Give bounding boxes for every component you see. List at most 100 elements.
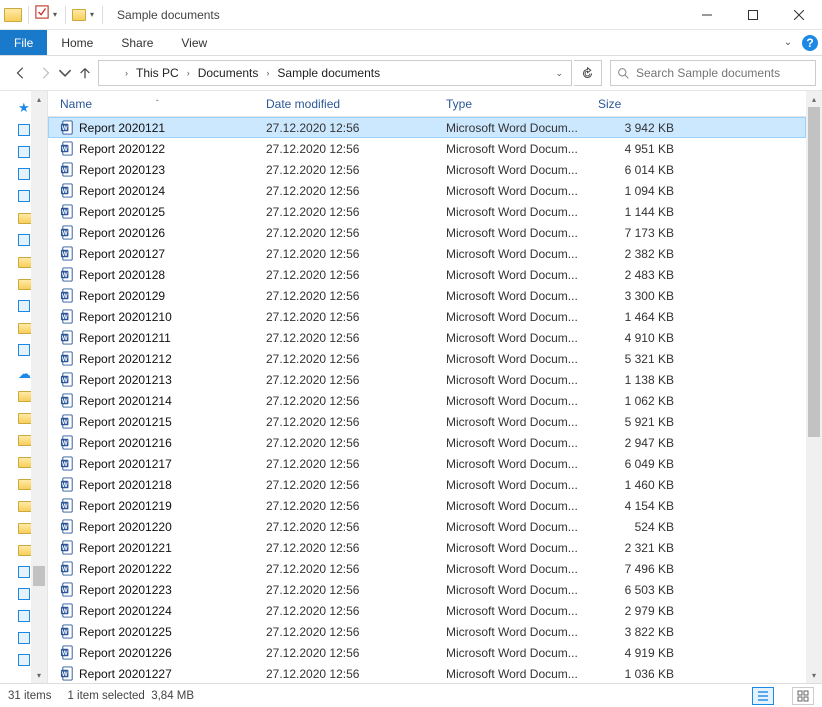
file-row[interactable]: WReport 202012227.12.2020 12:56Microsoft…: [48, 138, 806, 159]
file-row[interactable]: WReport 2020121927.12.2020 12:56Microsof…: [48, 495, 806, 516]
help-button[interactable]: ?: [798, 30, 822, 55]
file-row[interactable]: WReport 2020122127.12.2020 12:56Microsof…: [48, 537, 806, 558]
addr-expand-icon[interactable]: ⌄: [551, 68, 567, 79]
file-row[interactable]: WReport 202012927.12.2020 12:56Microsoft…: [48, 285, 806, 306]
file-row[interactable]: WReport 202012727.12.2020 12:56Microsoft…: [48, 243, 806, 264]
nav-item-icon[interactable]: [18, 234, 30, 246]
nav-folder-icon[interactable]: [18, 435, 32, 446]
breadcrumb-this-pc[interactable]: This PC: [134, 66, 181, 80]
title-caret-icon[interactable]: ▾: [88, 10, 96, 19]
nav-item-icon[interactable]: [18, 168, 30, 180]
file-row[interactable]: WReport 2020122227.12.2020 12:56Microsof…: [48, 558, 806, 579]
file-row[interactable]: WReport 2020121827.12.2020 12:56Microsof…: [48, 474, 806, 495]
nav-recent-dropdown[interactable]: [58, 62, 72, 84]
breadcrumb-sample-documents[interactable]: Sample documents: [275, 66, 382, 80]
file-row[interactable]: WReport 2020121227.12.2020 12:56Microsof…: [48, 348, 806, 369]
file-row[interactable]: WReport 2020122627.12.2020 12:56Microsof…: [48, 642, 806, 663]
nav-back-button[interactable]: [10, 62, 32, 84]
chevron-right-icon[interactable]: ›: [264, 68, 271, 78]
file-row[interactable]: WReport 2020121127.12.2020 12:56Microsof…: [48, 327, 806, 348]
nav-folder-icon[interactable]: [18, 523, 32, 534]
quick-access-icon[interactable]: ★: [18, 100, 30, 116]
file-row[interactable]: WReport 202012627.12.2020 12:56Microsoft…: [48, 222, 806, 243]
file-row[interactable]: WReport 2020121027.12.2020 12:56Microsof…: [48, 306, 806, 327]
nav-folder-icon[interactable]: [18, 457, 32, 468]
nav-item-icon[interactable]: [18, 654, 30, 666]
file-row[interactable]: WReport 202012327.12.2020 12:56Microsoft…: [48, 159, 806, 180]
nav-folder-icon[interactable]: [18, 279, 32, 290]
nav-forward-button[interactable]: [34, 62, 56, 84]
file-name: Report 2020126: [79, 226, 165, 240]
file-row[interactable]: WReport 2020121527.12.2020 12:56Microsof…: [48, 411, 806, 432]
file-row[interactable]: WReport 202012827.12.2020 12:56Microsoft…: [48, 264, 806, 285]
file-date: 27.12.2020 12:56: [258, 226, 438, 240]
nav-scrollbar[interactable]: ▴ ▾: [31, 91, 47, 683]
navigation-pane[interactable]: ★ ☁ ▴: [0, 91, 48, 683]
nav-folder-icon[interactable]: [18, 501, 32, 512]
maximize-button[interactable]: [730, 0, 776, 30]
icons-view-button[interactable]: [792, 687, 814, 705]
nav-folder-icon[interactable]: [18, 323, 32, 334]
nav-item-icon[interactable]: [18, 632, 30, 644]
file-row[interactable]: WReport 2020122327.12.2020 12:56Microsof…: [48, 579, 806, 600]
nav-item-icon[interactable]: [18, 190, 30, 202]
list-scrollbar[interactable]: ▴ ▾: [806, 91, 822, 683]
onedrive-icon[interactable]: ☁: [18, 366, 31, 382]
search-input[interactable]: [636, 66, 809, 80]
file-row[interactable]: WReport 2020121627.12.2020 12:56Microsof…: [48, 432, 806, 453]
nav-folder-icon[interactable]: [18, 257, 32, 268]
svg-text:W: W: [62, 167, 68, 174]
file-row[interactable]: WReport 2020121427.12.2020 12:56Microsof…: [48, 390, 806, 411]
file-row[interactable]: WReport 202012427.12.2020 12:56Microsoft…: [48, 180, 806, 201]
file-row[interactable]: WReport 2020122427.12.2020 12:56Microsof…: [48, 600, 806, 621]
file-type: Microsoft Word Docum...: [438, 604, 590, 618]
file-size: 3 942 KB: [590, 121, 682, 135]
nav-folder-icon[interactable]: [18, 413, 32, 424]
file-row[interactable]: WReport 202012527.12.2020 12:56Microsoft…: [48, 201, 806, 222]
nav-folder-icon[interactable]: [18, 213, 32, 224]
chevron-right-icon[interactable]: ›: [185, 68, 192, 78]
scroll-thumb[interactable]: [33, 566, 45, 586]
address-bar[interactable]: › This PC › Documents › Sample documents…: [98, 60, 572, 86]
file-row[interactable]: WReport 2020122727.12.2020 12:56Microsof…: [48, 663, 806, 683]
properties-icon[interactable]: [35, 5, 49, 24]
nav-item-icon[interactable]: [18, 124, 30, 136]
scroll-down-icon[interactable]: ▾: [31, 667, 47, 683]
tab-file[interactable]: File: [0, 30, 47, 55]
breadcrumb-documents[interactable]: Documents: [196, 66, 261, 80]
scroll-up-icon[interactable]: ▴: [806, 91, 822, 107]
scroll-down-icon[interactable]: ▾: [806, 667, 822, 683]
close-button[interactable]: [776, 0, 822, 30]
column-name[interactable]: Name ˆ: [52, 91, 258, 116]
column-type[interactable]: Type: [438, 91, 590, 116]
search-box[interactable]: [610, 60, 816, 86]
file-row[interactable]: WReport 2020121727.12.2020 12:56Microsof…: [48, 453, 806, 474]
tab-view[interactable]: View: [167, 30, 221, 55]
column-size[interactable]: Size: [590, 91, 682, 116]
nav-up-button[interactable]: [74, 62, 96, 84]
tab-home[interactable]: Home: [47, 30, 107, 55]
minimize-button[interactable]: [684, 0, 730, 30]
nav-item-icon[interactable]: [18, 344, 30, 356]
nav-folder-icon[interactable]: [18, 545, 32, 556]
chevron-right-icon[interactable]: ›: [123, 68, 130, 78]
column-date[interactable]: Date modified: [258, 91, 438, 116]
nav-folder-icon[interactable]: [18, 479, 32, 490]
nav-folder-icon[interactable]: [18, 391, 32, 402]
nav-item-icon[interactable]: [18, 146, 30, 158]
file-row[interactable]: WReport 2020122027.12.2020 12:56Microsof…: [48, 516, 806, 537]
nav-item-icon[interactable]: [18, 588, 30, 600]
qat-dropdown-icon[interactable]: ▾: [51, 10, 59, 19]
nav-item-icon[interactable]: [18, 566, 30, 578]
nav-item-icon[interactable]: [18, 610, 30, 622]
file-row[interactable]: WReport 2020122527.12.2020 12:56Microsof…: [48, 621, 806, 642]
scroll-up-icon[interactable]: ▴: [31, 91, 47, 107]
file-row[interactable]: WReport 2020121327.12.2020 12:56Microsof…: [48, 369, 806, 390]
collapse-ribbon-icon[interactable]: ⌄: [778, 30, 798, 55]
tab-share[interactable]: Share: [107, 30, 167, 55]
file-row[interactable]: WReport 202012127.12.2020 12:56Microsoft…: [48, 117, 806, 138]
refresh-button[interactable]: [574, 60, 602, 86]
details-view-button[interactable]: [752, 687, 774, 705]
nav-item-icon[interactable]: [18, 300, 30, 312]
scroll-thumb[interactable]: [808, 107, 820, 437]
